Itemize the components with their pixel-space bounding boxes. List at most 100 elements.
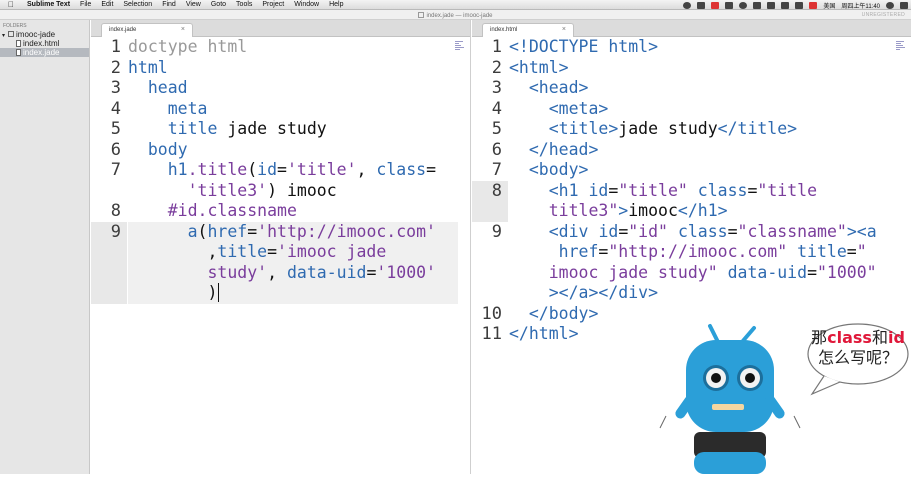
code-line: doctype html xyxy=(128,37,248,56)
tab-bar: index.jade × xyxy=(91,20,470,37)
code-line: #id.classname xyxy=(167,201,297,220)
code-line: <head> xyxy=(528,78,589,97)
menu-help[interactable]: Help xyxy=(324,0,348,10)
bubble-line2: 怎么写呢？ xyxy=(817,348,898,367)
code-line: imooc jade study" data-uid="1000" xyxy=(548,262,877,282)
code-area[interactable]: doctype html html head meta title jade s… xyxy=(128,37,458,304)
document-icon xyxy=(418,12,425,18)
line-number: 9 xyxy=(491,221,502,242)
menu-file[interactable]: File xyxy=(75,0,96,10)
line-number-current: 8 xyxy=(472,180,508,222)
code-line: </head> xyxy=(528,139,599,159)
code-line: 'title3') imooc xyxy=(187,180,337,200)
folder-icon xyxy=(8,31,14,37)
line-number: 8 xyxy=(110,201,121,221)
line-number: 1 xyxy=(110,37,121,57)
menu-app[interactable]: Sublime Text xyxy=(22,0,75,10)
code-line: meta xyxy=(167,98,208,118)
folders-header: FOLDERS xyxy=(3,23,27,29)
search-icon[interactable] xyxy=(886,1,894,9)
speech-bubble: 那class和id 怎么写呢？ xyxy=(800,320,910,400)
bubble-highlight-class: class xyxy=(827,328,872,347)
record-icon[interactable] xyxy=(711,1,720,9)
line-number: 5 xyxy=(491,119,502,139)
line-number: 2 xyxy=(491,57,502,78)
notification-icon[interactable] xyxy=(900,1,908,9)
code-line: <title>jade study</title> xyxy=(548,119,798,138)
window-titlebar: index.jade — imooc-jade UNREGISTERED xyxy=(0,10,911,20)
editor-pane-jade[interactable]: index.jade × 1 2 3 4 5 6 7 8 9 doctype ht… xyxy=(91,20,471,474)
menu-selection[interactable]: Selection xyxy=(118,0,157,10)
menu-view[interactable]: View xyxy=(181,0,206,10)
code-line: title jade study xyxy=(167,119,327,138)
wifi-icon[interactable] xyxy=(767,1,776,9)
code-line: <html> xyxy=(509,57,569,77)
battery-icon[interactable] xyxy=(795,1,804,9)
clock-icon[interactable] xyxy=(739,1,748,9)
window-title: index.jade — imooc-jade xyxy=(426,13,493,19)
code-line: <div id="id" class="classname"><a xyxy=(548,221,877,241)
code-line: <!DOCTYPE html> xyxy=(509,37,659,56)
line-number: 6 xyxy=(110,139,121,160)
line-number: 4 xyxy=(110,98,121,119)
line-number: 3 xyxy=(491,78,502,98)
menu-goto[interactable]: Goto xyxy=(206,0,231,10)
code-line-current: ) xyxy=(128,283,458,304)
sidebar-folder[interactable]: ▾ imooc-jade xyxy=(0,30,89,39)
code-line: <meta> xyxy=(548,98,609,118)
menu-find[interactable]: Find xyxy=(157,0,181,10)
apple-icon[interactable]:  xyxy=(0,0,22,10)
line-number: 10 xyxy=(481,303,502,324)
line-number: 11 xyxy=(481,324,502,344)
menu-project[interactable]: Project xyxy=(257,0,289,10)
line-number: 5 xyxy=(110,119,121,139)
close-icon[interactable]: × xyxy=(562,26,566,33)
tab-bar: index.html × xyxy=(472,20,911,37)
clock[interactable]: 周四上午11:40 xyxy=(841,1,880,10)
app-icon[interactable] xyxy=(697,1,706,9)
line-number: 3 xyxy=(110,78,121,98)
code-line: title3">imooc</h1> xyxy=(548,201,728,220)
line-number-current: 9 xyxy=(91,221,127,304)
code-line: <body> xyxy=(528,160,589,179)
sidebar: FOLDERS ▾ imooc-jade index.html index.jad… xyxy=(0,20,90,474)
file-label: index.jade xyxy=(23,48,60,57)
gutter: 1 2 3 4 5 6 7 8 9 10 11 xyxy=(472,37,508,474)
qq-icon[interactable] xyxy=(683,1,692,9)
sidebar-file-jade[interactable]: index.jade xyxy=(0,48,89,57)
menu-bar:  Sublime Text File Edit Selection Find … xyxy=(0,0,911,10)
line-number: 4 xyxy=(491,98,502,119)
bluetooth-icon[interactable] xyxy=(753,1,762,9)
file-icon xyxy=(16,40,21,47)
code-area[interactable]: <!DOCTYPE html> <html> <head> <meta> <ti… xyxy=(509,37,904,345)
bubble-text-mid: 和 xyxy=(871,328,888,347)
tab-index-jade[interactable]: index.jade × xyxy=(101,23,193,37)
code-line: <h1 id="title" class="title xyxy=(548,180,818,200)
code-line: head xyxy=(147,78,188,97)
flag-icon[interactable] xyxy=(809,1,818,9)
volume-icon[interactable] xyxy=(781,1,790,9)
text-cursor xyxy=(218,283,220,302)
menu-edit[interactable]: Edit xyxy=(96,0,118,10)
input-source[interactable]: 美国 xyxy=(823,1,835,10)
line-number: 2 xyxy=(110,57,121,78)
close-icon[interactable]: × xyxy=(181,26,185,33)
menu-tools[interactable]: Tools xyxy=(231,0,257,10)
code-line-current: ,title='imooc jade xyxy=(128,242,458,263)
tab-index-html[interactable]: index.html × xyxy=(482,23,574,37)
line-number: 7 xyxy=(491,160,502,180)
line-number: 7 xyxy=(110,160,121,180)
code-line-current: a(href='http://imooc.com' xyxy=(128,221,458,242)
status-area: 美国 周四上午11:40 xyxy=(680,0,911,10)
code-line-current: study', data-uid='1000' xyxy=(128,262,458,283)
line-number: 1 xyxy=(491,37,502,57)
bubble-text-pre: 那 xyxy=(811,328,828,347)
robot-mascot xyxy=(650,320,810,474)
menu-window[interactable]: Window xyxy=(289,0,324,10)
unregistered-badge: UNREGISTERED xyxy=(861,12,905,18)
code-line: href="http://imooc.com" title=" xyxy=(558,242,867,261)
display-icon[interactable] xyxy=(725,1,734,9)
file-label: index.html xyxy=(23,39,60,48)
sidebar-file-html[interactable]: index.html xyxy=(0,39,89,48)
folder-label: imooc-jade xyxy=(16,30,56,39)
